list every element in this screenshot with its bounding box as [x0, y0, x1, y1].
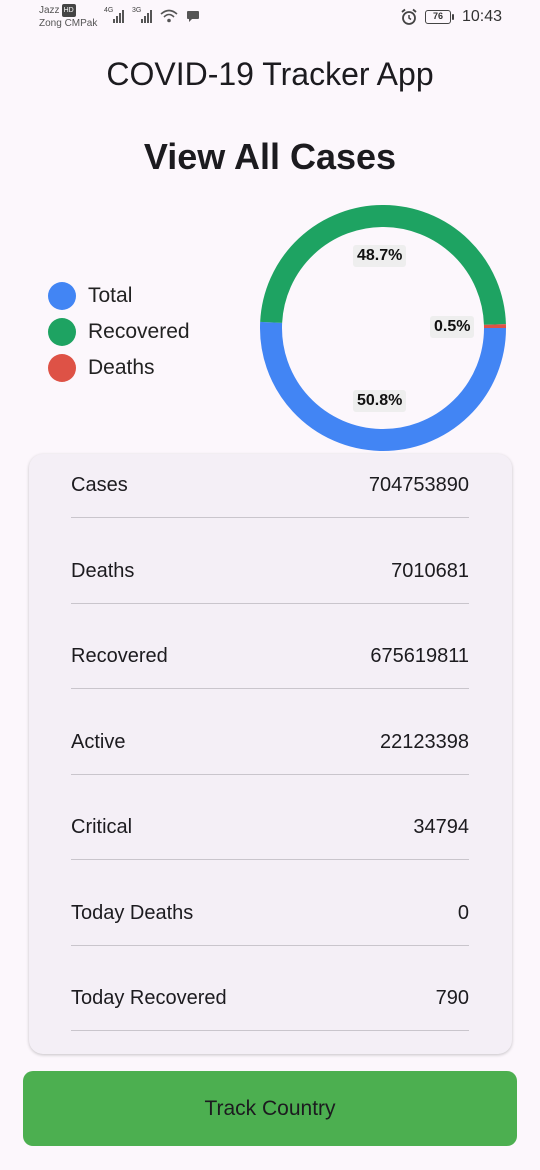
- stat-label: Cases: [71, 474, 128, 496]
- slice-label-total: 50.8%: [353, 390, 407, 412]
- slice-label-deaths: 0.5%: [430, 316, 475, 338]
- stat-value: 704753890: [368, 474, 469, 496]
- right-status: 76 10:43: [400, 8, 502, 26]
- stat-value: 7010681: [391, 559, 469, 582]
- stat-row-critical: Critical 34794: [71, 796, 469, 860]
- stat-label: Today Recovered: [71, 987, 227, 1009]
- stat-value: 22123398: [380, 730, 469, 753]
- stat-value: 0: [457, 901, 469, 924]
- stat-row-active: Active 22123398: [71, 711, 469, 775]
- donut-chart: 48.7% 0.5% 50.8%: [258, 203, 508, 453]
- stat-value: 790: [435, 987, 469, 1009]
- page-heading: View All Cases: [143, 136, 397, 177]
- legend-label-recovered: Recovered: [88, 320, 190, 343]
- track-country-button[interactable]: Track Country: [23, 1071, 517, 1146]
- wifi-icon: [160, 9, 178, 23]
- clock: 10:43: [461, 8, 502, 25]
- alarm-icon: [401, 8, 417, 25]
- stat-row-recovered: Recovered 675619811: [71, 625, 469, 689]
- stat-label: Deaths: [71, 559, 135, 582]
- legend-dot-recovered: [48, 318, 76, 346]
- stat-row-today-recovered: Today Recovered 790: [71, 967, 469, 1031]
- stat-row-cases: Cases 704753890: [71, 454, 469, 518]
- hd-badge: HD: [61, 4, 76, 17]
- carrier-name-1: Jazz: [39, 5, 60, 16]
- stat-value: 34794: [413, 816, 469, 838]
- slice-label-recovered: 48.7%: [353, 245, 407, 267]
- stats-card: Cases 704753890 Deaths 7010681 Recovered…: [29, 454, 512, 1054]
- battery-icon: 76: [424, 10, 454, 24]
- stat-label: Active: [71, 730, 126, 753]
- legend-dot-deaths: [48, 354, 76, 382]
- legend-item-deaths: Deaths: [48, 350, 190, 386]
- legend-label-deaths: Deaths: [88, 356, 155, 379]
- stat-row-deaths: Deaths 7010681: [71, 540, 469, 604]
- track-country-label: Track Country: [204, 1096, 336, 1120]
- status-bar: Jazz HD Zong CMPak 4G 3G 76 10:43: [0, 0, 540, 40]
- legend-item-total: Total: [48, 278, 190, 314]
- legend-label-total: Total: [88, 284, 133, 307]
- slice-recovered: [260, 205, 506, 325]
- network-type-1: 4G: [104, 7, 114, 14]
- stat-row-today-deaths: Today Deaths 0: [71, 882, 469, 946]
- stat-label: Recovered: [71, 645, 168, 667]
- signal-icon: 3G: [132, 7, 152, 23]
- network-type-2: 3G: [132, 7, 142, 14]
- signal-group: 4G 3G: [104, 7, 200, 23]
- app-title: COVID-19 Tracker App: [106, 56, 434, 92]
- stat-value: 675619811: [370, 645, 469, 667]
- legend-item-recovered: Recovered: [48, 314, 190, 350]
- chart-legend: Total Recovered Deaths: [48, 278, 190, 386]
- chat-icon: [187, 11, 199, 22]
- carrier-name-2: Zong CMPak: [39, 18, 98, 29]
- legend-dot-total: [48, 282, 76, 310]
- stat-label: Critical: [71, 816, 133, 838]
- stat-label: Today Deaths: [71, 901, 194, 924]
- slice-total: [260, 321, 506, 451]
- carrier-info: Jazz HD Zong CMPak: [39, 4, 97, 30]
- signal-icon: 4G: [104, 7, 124, 23]
